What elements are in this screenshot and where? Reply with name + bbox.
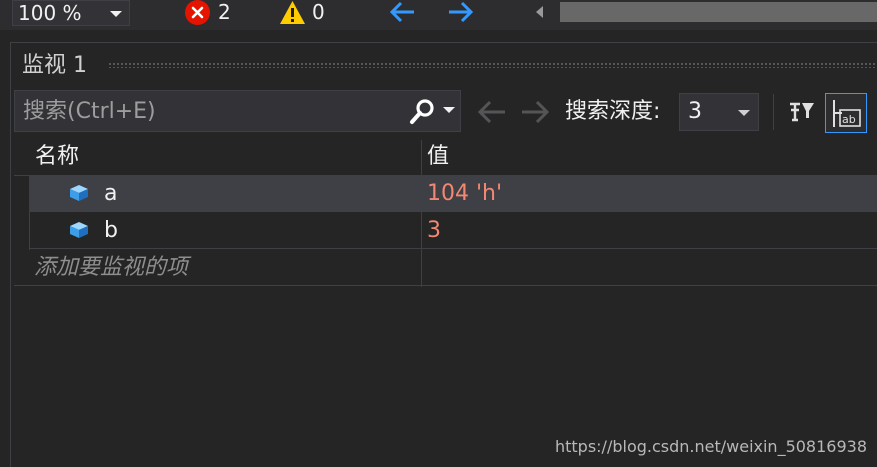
search-next-icon[interactable]	[520, 98, 550, 130]
grid-header: 名称 值	[14, 140, 877, 176]
column-header-value[interactable]: 值	[427, 142, 449, 172]
horizontal-scrollbar[interactable]	[530, 2, 877, 22]
watch-row[interactable]: b 3	[30, 213, 877, 249]
zoom-value: 100 %	[18, 1, 82, 25]
top-toolbar: 100 % 2 0	[0, 0, 877, 30]
svg-text:ab: ab	[842, 113, 856, 126]
scroll-left-arrow-icon[interactable]	[536, 6, 543, 18]
add-watch-placeholder[interactable]: 添加要监视的项	[34, 252, 188, 284]
warning-count[interactable]: 0	[312, 0, 325, 24]
title-grip[interactable]	[108, 62, 877, 68]
search-depth-dropdown[interactable]: 3	[679, 93, 759, 131]
search-depth-label: 搜索深度:	[565, 99, 661, 124]
add-watch-row[interactable]: 添加要监视的项	[14, 250, 877, 286]
navigate-forward-icon[interactable]	[446, 1, 474, 27]
navigate-back-icon[interactable]	[389, 1, 417, 27]
hex-display-toggle-icon[interactable]: ab	[825, 93, 867, 133]
warning-icon[interactable]	[279, 0, 306, 29]
variable-value: 3	[427, 218, 441, 243]
tree-indent-guide	[14, 175, 30, 250]
chevron-down-icon	[738, 110, 750, 116]
zoom-dropdown[interactable]: 100 %	[12, 0, 130, 26]
column-header-name[interactable]: 名称	[35, 142, 79, 172]
toolbar-separator	[773, 94, 774, 130]
variable-name: a	[104, 181, 118, 206]
variable-icon	[68, 184, 90, 206]
scrollbar-thumb[interactable]	[560, 2, 877, 22]
search-input[interactable]	[23, 97, 403, 125]
panel-title[interactable]: 监视 1	[22, 51, 87, 81]
variable-icon	[68, 221, 90, 243]
search-icon[interactable]	[407, 97, 437, 131]
error-count[interactable]: 2	[218, 0, 231, 24]
search-box[interactable]	[14, 90, 461, 132]
error-icon[interactable]	[185, 0, 210, 25]
search-options-chevron-icon[interactable]	[443, 107, 455, 113]
chevron-down-icon	[110, 11, 122, 17]
variable-name: b	[104, 218, 118, 243]
watch-row[interactable]: a 104 'h'	[30, 176, 877, 212]
search-depth-value: 3	[688, 99, 702, 124]
search-previous-icon[interactable]	[477, 98, 507, 130]
pin-filter-icon[interactable]	[786, 96, 818, 128]
watermark: https://blog.csdn.net/weixin_50816938	[554, 437, 867, 456]
variable-value: 104 'h'	[427, 181, 503, 206]
